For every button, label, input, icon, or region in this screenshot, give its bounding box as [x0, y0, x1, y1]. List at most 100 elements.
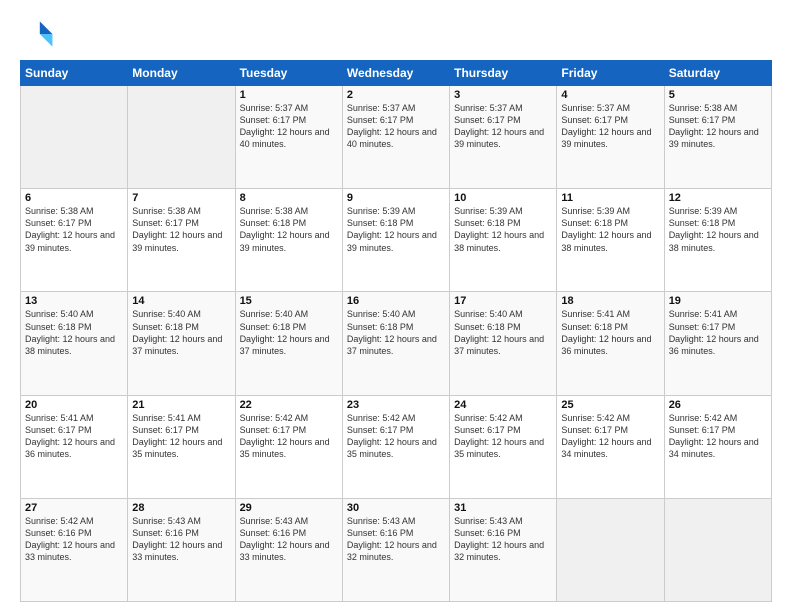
day-info: Sunrise: 5:37 AM Sunset: 6:17 PM Dayligh… — [454, 102, 552, 151]
day-number: 14 — [132, 295, 230, 307]
day-number: 21 — [132, 399, 230, 411]
day-info: Sunrise: 5:39 AM Sunset: 6:18 PM Dayligh… — [347, 205, 445, 254]
day-info: Sunrise: 5:42 AM Sunset: 6:17 PM Dayligh… — [561, 412, 659, 461]
calendar-cell: 10Sunrise: 5:39 AM Sunset: 6:18 PM Dayli… — [450, 189, 557, 292]
day-number: 12 — [669, 192, 767, 204]
day-number: 19 — [669, 295, 767, 307]
calendar-week-1: 1Sunrise: 5:37 AM Sunset: 6:17 PM Daylig… — [21, 86, 772, 189]
day-info: Sunrise: 5:42 AM Sunset: 6:17 PM Dayligh… — [240, 412, 338, 461]
calendar-cell: 26Sunrise: 5:42 AM Sunset: 6:17 PM Dayli… — [664, 395, 771, 498]
day-info: Sunrise: 5:40 AM Sunset: 6:18 PM Dayligh… — [347, 308, 445, 357]
calendar-cell: 15Sunrise: 5:40 AM Sunset: 6:18 PM Dayli… — [235, 292, 342, 395]
calendar-cell: 31Sunrise: 5:43 AM Sunset: 6:16 PM Dayli… — [450, 498, 557, 601]
calendar-header-wednesday: Wednesday — [342, 61, 449, 86]
calendar-cell: 18Sunrise: 5:41 AM Sunset: 6:18 PM Dayli… — [557, 292, 664, 395]
day-number: 26 — [669, 399, 767, 411]
calendar-cell: 12Sunrise: 5:39 AM Sunset: 6:18 PM Dayli… — [664, 189, 771, 292]
calendar-cell: 22Sunrise: 5:42 AM Sunset: 6:17 PM Dayli… — [235, 395, 342, 498]
day-number: 31 — [454, 502, 552, 514]
day-info: Sunrise: 5:37 AM Sunset: 6:17 PM Dayligh… — [240, 102, 338, 151]
calendar-week-4: 20Sunrise: 5:41 AM Sunset: 6:17 PM Dayli… — [21, 395, 772, 498]
calendar-cell: 1Sunrise: 5:37 AM Sunset: 6:17 PM Daylig… — [235, 86, 342, 189]
day-info: Sunrise: 5:40 AM Sunset: 6:18 PM Dayligh… — [240, 308, 338, 357]
day-number: 22 — [240, 399, 338, 411]
day-info: Sunrise: 5:41 AM Sunset: 6:17 PM Dayligh… — [25, 412, 123, 461]
day-number: 1 — [240, 89, 338, 101]
day-info: Sunrise: 5:43 AM Sunset: 6:16 PM Dayligh… — [454, 515, 552, 564]
calendar-cell: 28Sunrise: 5:43 AM Sunset: 6:16 PM Dayli… — [128, 498, 235, 601]
day-number: 13 — [25, 295, 123, 307]
day-number: 25 — [561, 399, 659, 411]
calendar-header-friday: Friday — [557, 61, 664, 86]
day-number: 5 — [669, 89, 767, 101]
day-info: Sunrise: 5:41 AM Sunset: 6:17 PM Dayligh… — [669, 308, 767, 357]
calendar-cell: 19Sunrise: 5:41 AM Sunset: 6:17 PM Dayli… — [664, 292, 771, 395]
day-number: 7 — [132, 192, 230, 204]
calendar-cell: 17Sunrise: 5:40 AM Sunset: 6:18 PM Dayli… — [450, 292, 557, 395]
day-number: 3 — [454, 89, 552, 101]
calendar-cell — [21, 86, 128, 189]
logo — [20, 16, 60, 52]
day-info: Sunrise: 5:38 AM Sunset: 6:17 PM Dayligh… — [25, 205, 123, 254]
calendar-cell: 2Sunrise: 5:37 AM Sunset: 6:17 PM Daylig… — [342, 86, 449, 189]
calendar-week-3: 13 Sunrise: 5:40 AM Sunset: 6:18 PM Dayli… — [21, 292, 772, 395]
day-info: Sunrise: 5:37 AM Sunset: 6:17 PM Dayligh… — [561, 102, 659, 151]
calendar-cell: 6Sunrise: 5:38 AM Sunset: 6:17 PM Daylig… — [21, 189, 128, 292]
day-number: 27 — [25, 502, 123, 514]
calendar-header-sunday: Sunday — [21, 61, 128, 86]
day-info: Sunrise: 5:43 AM Sunset: 6:16 PM Dayligh… — [347, 515, 445, 564]
calendar-header-tuesday: Tuesday — [235, 61, 342, 86]
day-info: Sunrise: 5:38 AM Sunset: 6:17 PM Dayligh… — [132, 205, 230, 254]
day-number: 29 — [240, 502, 338, 514]
calendar-cell: 16Sunrise: 5:40 AM Sunset: 6:18 PM Dayli… — [342, 292, 449, 395]
calendar-cell: 3Sunrise: 5:37 AM Sunset: 6:17 PM Daylig… — [450, 86, 557, 189]
calendar-cell: 8Sunrise: 5:38 AM Sunset: 6:18 PM Daylig… — [235, 189, 342, 292]
calendar-cell — [664, 498, 771, 601]
calendar-cell: 5Sunrise: 5:38 AM Sunset: 6:17 PM Daylig… — [664, 86, 771, 189]
page: SundayMondayTuesdayWednesdayThursdayFrid… — [0, 0, 792, 612]
calendar-cell: 27Sunrise: 5:42 AM Sunset: 6:16 PM Dayli… — [21, 498, 128, 601]
calendar-cell: 13Sunrise: 5:40 AM Sunset: 6:18 PM Dayli… — [21, 292, 128, 395]
day-number: 28 — [132, 502, 230, 514]
calendar-header-thursday: Thursday — [450, 61, 557, 86]
day-number: 17 — [454, 295, 552, 307]
day-info: Sunrise: 5:42 AM Sunset: 6:17 PM Dayligh… — [347, 412, 445, 461]
calendar-cell — [557, 498, 664, 601]
day-number: 4 — [561, 89, 659, 101]
day-number: 23 — [347, 399, 445, 411]
day-number: 10 — [454, 192, 552, 204]
calendar-header-monday: Monday — [128, 61, 235, 86]
calendar-cell: 25Sunrise: 5:42 AM Sunset: 6:17 PM Dayli… — [557, 395, 664, 498]
calendar-header-row: SundayMondayTuesdayWednesdayThursdayFrid… — [21, 61, 772, 86]
calendar-cell: 20Sunrise: 5:41 AM Sunset: 6:17 PM Dayli… — [21, 395, 128, 498]
day-info: Sunrise: 5:39 AM Sunset: 6:18 PM Dayligh… — [669, 205, 767, 254]
day-info: Sunrise: 5:38 AM Sunset: 6:18 PM Dayligh… — [240, 205, 338, 254]
calendar-cell: 21Sunrise: 5:41 AM Sunset: 6:17 PM Dayli… — [128, 395, 235, 498]
day-info: Sunrise: 5:40 AM Sunset: 6:18 PM Dayligh… — [132, 308, 230, 357]
day-number: 18 — [561, 295, 659, 307]
calendar-cell: 14Sunrise: 5:40 AM Sunset: 6:18 PM Dayli… — [128, 292, 235, 395]
day-info: Sunrise: 5:43 AM Sunset: 6:16 PM Dayligh… — [240, 515, 338, 564]
calendar-cell: 4Sunrise: 5:37 AM Sunset: 6:17 PM Daylig… — [557, 86, 664, 189]
day-info: Sunrise: 5:42 AM Sunset: 6:16 PM Dayligh… — [25, 515, 123, 564]
day-info: Sunrise: 5:42 AM Sunset: 6:17 PM Dayligh… — [454, 412, 552, 461]
day-number: 24 — [454, 399, 552, 411]
day-info: Sunrise: 5:39 AM Sunset: 6:18 PM Dayligh… — [561, 205, 659, 254]
day-number: 11 — [561, 192, 659, 204]
day-number: 30 — [347, 502, 445, 514]
calendar-cell: 30Sunrise: 5:43 AM Sunset: 6:16 PM Dayli… — [342, 498, 449, 601]
day-number: 2 — [347, 89, 445, 101]
calendar-week-2: 6Sunrise: 5:38 AM Sunset: 6:17 PM Daylig… — [21, 189, 772, 292]
day-info: Sunrise: 5:41 AM Sunset: 6:18 PM Dayligh… — [561, 308, 659, 357]
header — [20, 16, 772, 52]
logo-icon — [20, 16, 56, 52]
calendar-cell: 11Sunrise: 5:39 AM Sunset: 6:18 PM Dayli… — [557, 189, 664, 292]
calendar-table: SundayMondayTuesdayWednesdayThursdayFrid… — [20, 60, 772, 602]
day-info: Sunrise: 5:43 AM Sunset: 6:16 PM Dayligh… — [132, 515, 230, 564]
calendar-week-5: 27Sunrise: 5:42 AM Sunset: 6:16 PM Dayli… — [21, 498, 772, 601]
day-info: Sunrise: 5:41 AM Sunset: 6:17 PM Dayligh… — [132, 412, 230, 461]
day-info: Sunrise: 5:39 AM Sunset: 6:18 PM Dayligh… — [454, 205, 552, 254]
day-info: Sunrise: 5:40 AM Sunset: 6:18 PM Dayligh… — [454, 308, 552, 357]
day-info: Sunrise: 5:42 AM Sunset: 6:17 PM Dayligh… — [669, 412, 767, 461]
day-number: 9 — [347, 192, 445, 204]
